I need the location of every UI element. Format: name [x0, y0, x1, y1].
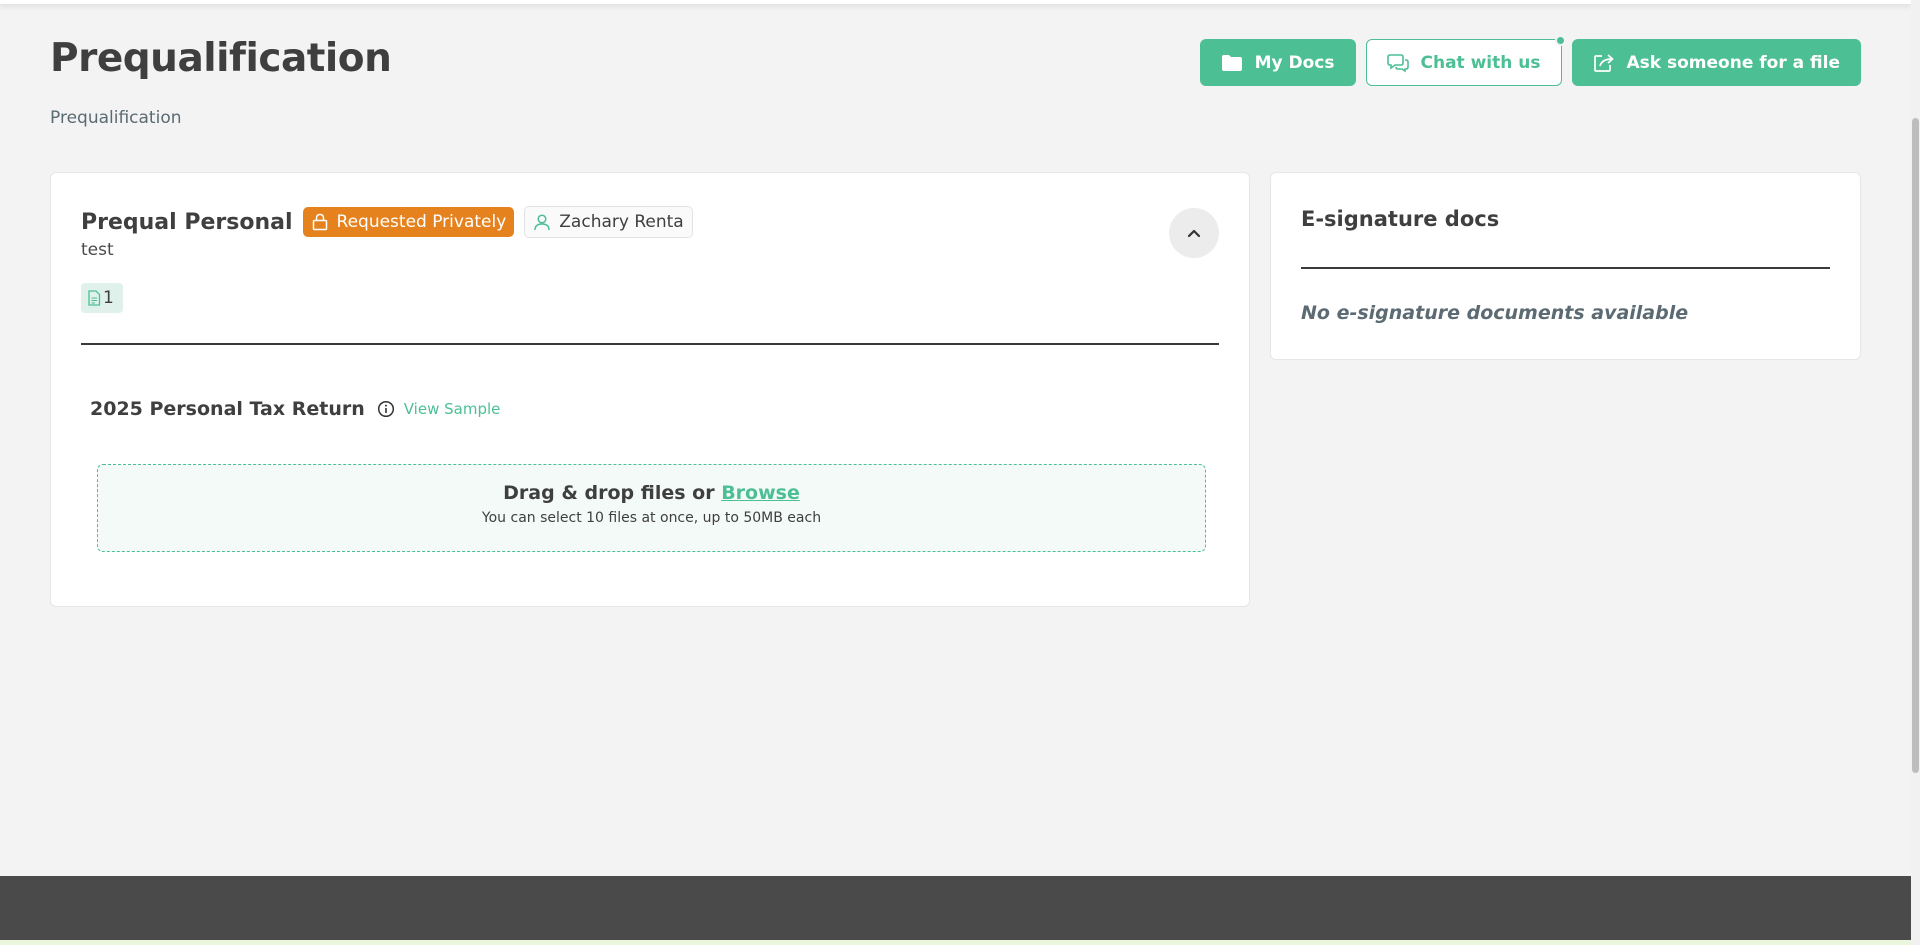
ask-for-file-label: Ask someone for a file [1626, 52, 1841, 73]
esignature-empty-message: No e-signature documents available [1301, 302, 1689, 324]
esignature-card: E-signature docs No e-signature document… [1270, 172, 1861, 360]
card-divider [81, 343, 1219, 345]
assignee-name: Zachary Renta [559, 212, 684, 232]
assignee-badge[interactable]: Zachary Renta [524, 206, 693, 238]
document-count-badge: 1 [81, 283, 123, 313]
top-header-edge [0, 0, 1911, 4]
file-dropzone[interactable]: Drag & drop files or Browse You can sele… [97, 464, 1206, 552]
requested-privately-badge: Requested Privately [302, 207, 515, 237]
my-docs-label: My Docs [1254, 52, 1335, 73]
esignature-title: E-signature docs [1301, 207, 1500, 231]
dropzone-text: Drag & drop files or [503, 482, 715, 504]
request-header: Prequal Personal Requested Privately Zac… [81, 206, 693, 238]
esignature-divider [1301, 267, 1830, 269]
breadcrumb[interactable]: Prequalification [50, 108, 182, 128]
footer [0, 876, 1911, 940]
view-sample-link[interactable]: View Sample [404, 400, 501, 418]
my-docs-button[interactable]: My Docs [1199, 39, 1356, 86]
dropzone-main-text: Drag & drop files or Browse [98, 482, 1205, 504]
document-count: 1 [103, 288, 114, 308]
chat-button[interactable]: Chat with us [1365, 35, 1566, 86]
page: Prequalification Prequalification My Doc… [0, 0, 1911, 945]
chat-bubbles-icon [1386, 52, 1409, 74]
chat-label: Chat with us [1420, 52, 1541, 73]
page-title: Prequalification [50, 36, 392, 81]
collapse-button[interactable] [1169, 208, 1219, 258]
request-card: Prequal Personal Requested Privately Zac… [50, 172, 1250, 607]
ask-for-file-button[interactable]: Ask someone for a file [1571, 39, 1861, 86]
notification-dot [1554, 35, 1566, 46]
footer-strip [0, 940, 1911, 945]
folder-icon [1221, 52, 1243, 74]
document-icon [87, 290, 101, 306]
header-actions: My Docs Chat with us Ask someone for a f… [1199, 35, 1861, 86]
lock-icon [311, 213, 329, 231]
dropzone-hint: You can select 10 files at once, up to 5… [481, 510, 822, 526]
chevron-up-icon [1186, 224, 1202, 243]
request-title: Prequal Personal [81, 209, 293, 235]
document-item-row: 2025 Personal Tax Return View Sample [90, 398, 500, 420]
scrollbar-thumb[interactable] [1912, 118, 1919, 773]
request-description: test [81, 240, 114, 260]
page-scrollbar[interactable] [1911, 0, 1920, 945]
info-icon[interactable] [377, 400, 395, 418]
browse-link[interactable]: Browse [721, 482, 800, 504]
document-item-title: 2025 Personal Tax Return [90, 398, 365, 420]
share-icon [1593, 52, 1615, 74]
user-icon [533, 213, 551, 231]
requested-privately-label: Requested Privately [336, 212, 507, 232]
